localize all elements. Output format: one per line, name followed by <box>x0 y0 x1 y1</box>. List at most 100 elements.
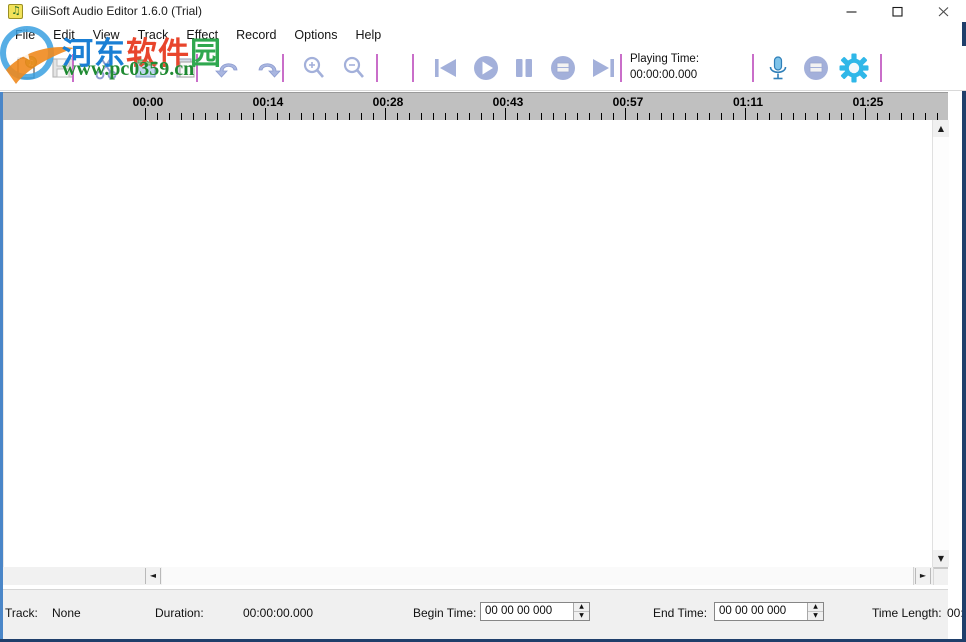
ruler-label: 00:28 <box>372 95 404 109</box>
menu-effect[interactable]: Effect <box>177 27 227 44</box>
window-title: GiliSoft Audio Editor 1.6.0 (Trial) <box>31 4 202 18</box>
ruler-minor-tick <box>673 113 674 120</box>
menu-options[interactable]: Options <box>285 27 346 44</box>
ruler-minor-tick <box>445 113 446 120</box>
ruler-minor-tick <box>721 113 722 120</box>
triangle-up-icon: ▲ <box>937 123 945 133</box>
ruler-minor-tick <box>685 113 686 120</box>
ruler-minor-tick <box>805 113 806 120</box>
triangle-down-icon: ▼ <box>937 553 945 563</box>
next-icon[interactable] <box>585 50 621 86</box>
ruler-label: 01:11 <box>732 95 764 109</box>
zoom-in-icon[interactable] <box>296 50 332 86</box>
ruler-minor-tick <box>637 113 638 120</box>
ruler-minor-tick <box>349 113 350 120</box>
end-time-decrement[interactable]: ▼ <box>808 612 823 620</box>
minimize-button[interactable] <box>828 0 874 22</box>
ruler-minor-tick <box>817 113 818 120</box>
waveform-canvas-area[interactable] <box>3 120 948 567</box>
toolbar-separator <box>376 54 378 82</box>
ruler-label: 00:14 <box>252 95 284 109</box>
menu-edit[interactable]: Edit <box>44 27 84 44</box>
end-time-input[interactable]: 00 00 00 000 ▲ ▼ <box>714 602 824 621</box>
timeline-ruler[interactable]: 00:00 00:14 00:28 00:43 00:57 01:11 01:25 <box>3 92 948 120</box>
save-icon[interactable] <box>45 50 81 86</box>
stop-icon[interactable] <box>545 50 581 86</box>
pause-icon[interactable] <box>506 50 542 86</box>
ruler-minor-tick <box>205 113 206 120</box>
cut-icon[interactable] <box>88 50 124 86</box>
toolbar-separator <box>752 54 754 82</box>
ruler-minor-tick <box>889 113 890 120</box>
window-frame-left <box>0 92 3 642</box>
window-frame-right <box>962 0 966 642</box>
track-canvas[interactable] <box>4 120 932 567</box>
playing-time-label: Playing Time: <box>630 53 700 65</box>
undo-icon[interactable] <box>210 50 246 86</box>
end-time-label: End Time: <box>653 606 708 620</box>
copy-icon[interactable] <box>128 50 164 86</box>
ruler-minor-tick <box>337 113 338 120</box>
begin-time-stepper[interactable]: ▲ ▼ <box>573 603 589 620</box>
duration-label: Duration: <box>155 606 204 620</box>
ruler-major-tick <box>145 108 146 120</box>
menu-record[interactable]: Record <box>227 27 285 44</box>
begin-time-input[interactable]: 00 00 00 000 ▲ ▼ <box>480 602 590 621</box>
triangle-left-icon: ◄ <box>149 571 157 580</box>
close-button[interactable] <box>920 0 966 22</box>
maximize-button[interactable] <box>874 0 920 22</box>
ruler-minor-tick <box>697 113 698 120</box>
horizontal-scrollbar[interactable]: ◄ ► <box>3 567 948 585</box>
ruler-minor-tick <box>565 113 566 120</box>
stop-record-icon[interactable] <box>798 50 834 86</box>
ruler-minor-tick <box>421 113 422 120</box>
redo-icon[interactable] <box>250 50 286 86</box>
ruler-minor-tick <box>733 113 734 120</box>
ruler-minor-tick <box>793 113 794 120</box>
previous-icon[interactable] <box>428 50 464 86</box>
new-file-icon[interactable]: ♫ <box>8 50 44 86</box>
record-mic-icon[interactable] <box>760 50 796 86</box>
horizontal-scroll-thumb[interactable] <box>162 567 914 585</box>
begin-time-increment[interactable]: ▲ <box>574 603 589 612</box>
menu-file[interactable]: File <box>6 27 44 44</box>
ruler-major-tick <box>505 108 506 120</box>
settings-gear-icon[interactable] <box>836 50 872 86</box>
end-time-stepper[interactable]: ▲ ▼ <box>807 603 823 620</box>
begin-time-value[interactable]: 00 00 00 000 <box>481 603 573 620</box>
menu-help[interactable]: Help <box>347 27 391 44</box>
scroll-down-button[interactable]: ▼ <box>933 550 949 567</box>
play-icon[interactable] <box>468 50 504 86</box>
toolbar-separator <box>196 54 198 82</box>
toolbar-separator <box>282 54 284 82</box>
ruler-minor-tick <box>193 113 194 120</box>
ruler-minor-tick <box>457 113 458 120</box>
ruler-minor-tick <box>829 113 830 120</box>
scroll-left-button[interactable]: ◄ <box>145 568 161 584</box>
ruler-minor-tick <box>901 113 902 120</box>
zoom-out-icon[interactable] <box>336 50 372 86</box>
ruler-minor-tick <box>217 113 218 120</box>
menu-view[interactable]: View <box>84 27 129 44</box>
end-time-increment[interactable]: ▲ <box>808 603 823 612</box>
begin-time-decrement[interactable]: ▼ <box>574 612 589 620</box>
scroll-right-button[interactable]: ► <box>915 568 931 584</box>
vertical-scroll-track[interactable] <box>933 137 949 550</box>
duration-value: 00:00:00.000 <box>243 606 314 620</box>
ruler-minor-tick <box>877 113 878 120</box>
ruler-minor-tick <box>481 113 482 120</box>
menu-track[interactable]: Track <box>129 27 178 44</box>
ruler-label: 00:00 <box>132 95 164 109</box>
ruler-minor-tick <box>397 113 398 120</box>
end-time-value[interactable]: 00 00 00 000 <box>715 603 807 620</box>
track-label: Track: <box>5 606 38 620</box>
ruler-minor-tick <box>253 113 254 120</box>
menubar: File Edit View Track Effect Record Optio… <box>0 24 966 46</box>
scroll-up-button[interactable]: ▲ <box>933 120 949 137</box>
ruler-major-tick <box>865 108 866 120</box>
playing-time-value: 00:00:00.000 <box>630 69 698 81</box>
ruler-minor-tick <box>841 113 842 120</box>
ruler-minor-tick <box>541 113 542 120</box>
ruler-minor-tick <box>157 113 158 120</box>
vertical-scrollbar[interactable]: ▲ ▼ <box>932 120 949 567</box>
